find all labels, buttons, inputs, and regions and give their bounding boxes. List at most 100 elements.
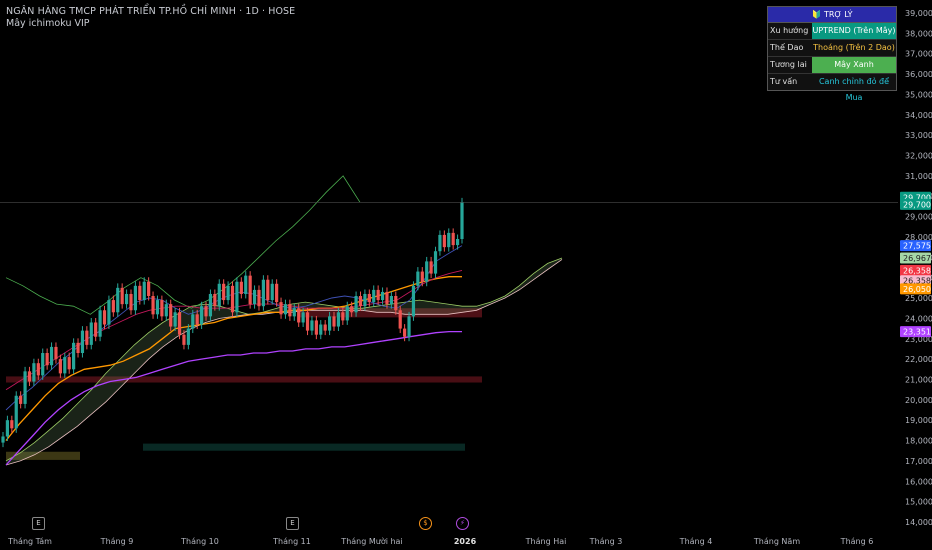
candle-body: [107, 300, 111, 325]
x-axis-label: Tháng Năm: [753, 537, 801, 546]
candle-body: [133, 285, 138, 311]
x-axis-label: Tháng 6: [840, 537, 874, 546]
price-badge-label: 26,358: [903, 266, 931, 275]
y-tick-label: 20,000: [905, 396, 932, 405]
resistance-zone: [6, 376, 482, 383]
candle-body: [124, 293, 129, 305]
candle-body: [111, 300, 115, 313]
candle-body: [336, 312, 341, 327]
candle-body: [230, 285, 235, 313]
candle-body: [323, 324, 327, 331]
y-tick-label: 29,000: [905, 213, 932, 222]
price-badge-label: 26,967: [903, 254, 931, 263]
candle-body: [155, 300, 160, 315]
earnings-event-icon[interactable]: E: [32, 517, 45, 530]
dividend-event-icon[interactable]: $: [419, 517, 432, 530]
candle-body: [341, 312, 345, 321]
y-tick-label: 17,000: [905, 457, 932, 466]
candle-body: [27, 371, 32, 382]
earnings-event-icon[interactable]: E: [286, 517, 299, 530]
candle-body: [460, 202, 464, 239]
assistant-value: Canh chỉnh đỏ để Mua: [812, 74, 896, 102]
candle-body: [354, 296, 358, 313]
candle-body: [407, 316, 411, 337]
candle-body: [403, 328, 407, 337]
candle-body: [310, 320, 314, 331]
candle-body: [283, 304, 288, 315]
candle-body: [367, 293, 371, 303]
candle-body: [451, 232, 455, 246]
candle-body: [76, 342, 80, 354]
candle-body: [266, 279, 270, 301]
candle-body: [257, 289, 261, 307]
candle-body: [261, 279, 265, 307]
candle-body: [169, 304, 173, 327]
candle-body: [429, 261, 433, 274]
candle-body: [305, 312, 310, 331]
candle-body: [89, 322, 93, 345]
x-axis-label: Tháng 10: [181, 537, 219, 546]
candle-body: [177, 312, 182, 335]
candle-body: [1, 436, 5, 443]
assistant-label: Thế Dao: [770, 43, 804, 52]
y-tick-label: 18,000: [905, 437, 932, 446]
y-tick-label: 16,000: [905, 477, 932, 486]
candle-body: [36, 363, 40, 376]
candle-body: [142, 281, 146, 301]
y-tick-label: 38,000: [905, 29, 932, 38]
y-tick-label: 21,000: [905, 375, 932, 384]
y-tick-label: 14,000: [905, 518, 932, 527]
candle-body: [151, 296, 155, 315]
candle-body: [275, 283, 279, 303]
candle-body: [345, 306, 349, 321]
candle-body: [425, 261, 429, 282]
split-event-icon[interactable]: ⚡: [456, 517, 469, 530]
candle-body: [248, 275, 252, 305]
price-badge-label: 27,575: [903, 242, 931, 251]
y-tick-label: 32,000: [905, 152, 932, 161]
candle-body: [358, 296, 363, 307]
candle-body: [226, 285, 230, 301]
x-axis-label: Tháng Hai: [525, 537, 567, 546]
candle-body: [102, 310, 107, 325]
assistant-row-advice: Tư vấn Canh chỉnh đỏ để Mua: [768, 74, 896, 102]
assistant-value: Thoáng (Trên 2 Dao): [812, 40, 896, 56]
candle-body: [63, 357, 67, 374]
candle-body: [288, 304, 292, 317]
price-badge-label: 26,050: [903, 285, 931, 294]
candle-body: [398, 310, 402, 329]
candle-body: [138, 285, 142, 301]
candle-body: [380, 291, 385, 301]
candle-body: [54, 346, 58, 360]
candle-body: [195, 314, 199, 325]
cloud-span-b-line: [5, 259, 563, 466]
y-tick-label: 25,000: [905, 294, 932, 303]
assistant-label: Tương lai: [770, 60, 807, 69]
candle-body: [164, 304, 168, 317]
assistant-title: 🔰 TRỢ LÝ: [768, 7, 896, 23]
x-axis-label: Tháng 9: [100, 537, 134, 546]
candle-body: [45, 353, 49, 366]
candle-body: [376, 289, 380, 301]
x-axis-label: Tháng 11: [273, 537, 311, 546]
x-axis-label: Tháng Mười hai: [341, 537, 403, 546]
candle-body: [222, 283, 226, 301]
candle-body: [200, 306, 204, 325]
candle-body: [213, 293, 217, 307]
candle-body: [5, 420, 10, 437]
cloud-span-a-line: [5, 257, 563, 462]
candle-body: [270, 283, 274, 301]
y-tick-label: 15,000: [905, 498, 932, 507]
indicator-name[interactable]: Mây ichimoku VIP: [6, 18, 90, 29]
assistant-row-future: Tương lai Mây Xanh: [768, 57, 896, 74]
candle-body: [332, 316, 336, 327]
assistant-panel: 🔰 TRỢ LÝ Xu hướng UPTREND (Trên Mây) Thế…: [767, 6, 897, 102]
candle-body: [239, 281, 243, 294]
assistant-row-knife: Thế Dao Thoáng (Trên 2 Dao): [768, 40, 896, 57]
y-tick-label: 34,000: [905, 111, 932, 120]
y-tick-label: 31,000: [905, 172, 932, 181]
candle-body: [147, 281, 151, 297]
candle-body: [252, 289, 257, 305]
y-tick-label: 22,000: [905, 355, 932, 364]
candle-body: [420, 271, 424, 282]
